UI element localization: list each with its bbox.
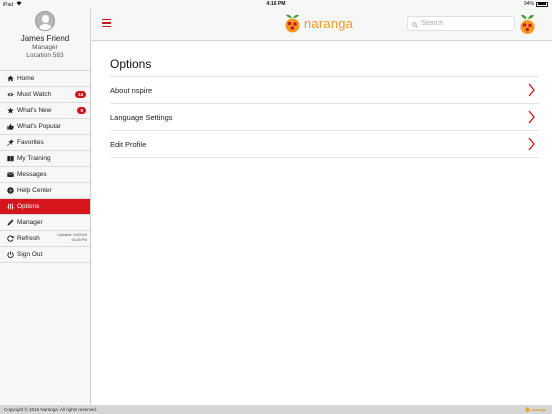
brand-wordmark: naranga [304, 15, 354, 31]
brand-logo: naranga [284, 13, 353, 33]
chevron-right-icon [528, 83, 535, 99]
option-language-settings[interactable]: Language Settings [110, 104, 539, 131]
refresh-timestamp: Updated: 1/4/2016 04:39 PM [57, 233, 87, 242]
profile-name: James Friend [20, 34, 70, 43]
sidebar-item-refresh[interactable]: Refresh Updated: 1/4/2016 04:39 PM [0, 231, 90, 247]
orange-logo-icon [525, 407, 530, 412]
profile-role: Manager [32, 44, 58, 51]
whats-new-badge: 9 [77, 107, 86, 114]
sidebar: James Friend Manager Location 583 Home M… [0, 9, 91, 405]
option-about-nspire[interactable]: About nspire [110, 77, 539, 104]
must-watch-badge: 14 [74, 91, 86, 98]
book-icon [6, 155, 14, 163]
sidebar-item-label: My Training [17, 155, 51, 162]
sidebar-item-label: Favorites [17, 139, 44, 146]
search-box[interactable] [407, 16, 515, 31]
sidebar-item-label: Messages [17, 171, 47, 178]
envelope-icon [6, 171, 14, 179]
profile-panel[interactable]: James Friend Manager Location 583 [0, 11, 90, 71]
refresh-icon [6, 235, 14, 243]
sidebar-item-label: Home [17, 75, 35, 82]
sidebar-menu: Home Must Watch 14 What's New 9 What's P… [0, 71, 90, 263]
sidebar-item-options[interactable]: Options [0, 199, 90, 215]
option-edit-profile[interactable]: Edit Profile [110, 131, 539, 158]
options-panel: Options About nspire Language Settings E… [92, 42, 552, 405]
question-icon: ? [6, 187, 14, 195]
options-list: About nspire Language Settings Edit Prof… [110, 76, 539, 158]
chevron-right-icon [528, 137, 535, 153]
page-title: Options [110, 57, 152, 71]
footer-brand-name: naranga [531, 407, 546, 412]
sidebar-item-whats-popular[interactable]: What's Popular [0, 119, 90, 135]
chevron-right-icon [528, 110, 535, 126]
eye-icon [6, 91, 14, 99]
star-icon [6, 107, 14, 115]
search-input[interactable] [421, 20, 511, 27]
search-icon [412, 15, 418, 33]
pencil-icon [6, 219, 14, 227]
copyright-text: Copyright © 2016 Naranga. All rights res… [4, 407, 98, 412]
sidebar-item-help-center[interactable]: ? Help Center [0, 183, 90, 199]
sidebar-item-my-training[interactable]: My Training [0, 151, 90, 167]
top-header: naranga [91, 9, 552, 41]
battery-percent: 94% [523, 1, 534, 7]
sidebar-item-label: Manager [17, 219, 43, 226]
sidebar-item-sign-out[interactable]: Sign Out [0, 247, 90, 263]
hamburger-icon[interactable] [102, 19, 111, 27]
sidebar-item-label: Options [17, 203, 40, 210]
thumbs-up-icon [6, 123, 14, 131]
svg-text:?: ? [9, 188, 12, 194]
status-time: 4:16 PM [266, 1, 286, 7]
battery-icon [536, 1, 548, 7]
sidebar-item-label: What's Popular [17, 123, 61, 130]
sidebar-item-label: Sign Out [17, 251, 43, 258]
sidebar-item-messages[interactable]: Messages [0, 167, 90, 183]
option-label: Edit Profile [110, 139, 147, 149]
status-bar: iPad 4:16 PM 94% [0, 0, 552, 9]
footer-brand: naranga [525, 407, 546, 412]
sidebar-item-label: Help Center [17, 187, 52, 194]
option-label: About nspire [110, 85, 153, 95]
sliders-icon [6, 203, 14, 211]
footer: Copyright © 2016 Naranga. All rights res… [0, 405, 552, 414]
option-label: Language Settings [110, 112, 173, 122]
sidebar-item-label: Must Watch [17, 91, 52, 98]
sidebar-item-manager[interactable]: Manager [0, 215, 90, 231]
sidebar-item-favorites[interactable]: Favorites [0, 135, 90, 151]
sidebar-item-must-watch[interactable]: Must Watch 14 [0, 87, 90, 103]
sidebar-item-label: What's New [17, 107, 52, 114]
pin-icon [6, 139, 14, 147]
power-icon [6, 251, 14, 259]
profile-location: Location 583 [26, 52, 64, 59]
sidebar-item-label: Refresh [17, 235, 40, 242]
home-icon [6, 75, 14, 83]
orange-logo-icon [285, 14, 300, 33]
sidebar-item-home[interactable]: Home [0, 71, 90, 87]
user-avatar-icon[interactable] [519, 13, 536, 40]
sidebar-item-whats-new[interactable]: What's New 9 [0, 103, 90, 119]
avatar[interactable] [35, 11, 55, 31]
